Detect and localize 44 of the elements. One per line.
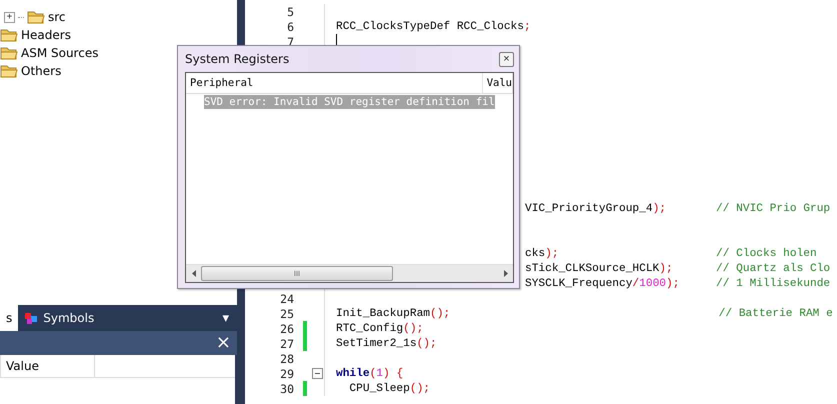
code-text: CPU_Sleep(); [348,382,430,394]
line-number: 30 [279,382,294,396]
tree-item[interactable]: Headers [21,28,71,42]
line-number: 24 [279,292,294,306]
column-header[interactable]: Peripheral [186,73,483,93]
tree-item[interactable]: ASM Sources [21,46,98,60]
tree-item[interactable]: src [48,10,66,24]
expand-toggle[interactable]: + [4,12,15,22]
code-text: cks); [525,248,559,260]
code-text: VIC_PriorityGroup_4); [525,202,666,214]
code-text: SetTimer2_1s(); [336,338,437,350]
code-text: RCC_ClocksTypeDef RCC_Clocks; [336,20,531,32]
left-arrow-icon[interactable] [192,270,196,277]
line-number: 29 [279,366,294,380]
close-button[interactable]: × [499,52,514,66]
code-text: RTC_Config(); [336,322,424,334]
folder-icon [27,10,45,24]
code-comment: // Clocks holen [716,248,817,260]
line-number: 27 [279,336,294,350]
code-comment: // 1 Millisekunde [716,278,830,290]
line-number: 5 [286,4,294,18]
panel-tab[interactable]: Symbols [18,305,100,331]
code-text: while(1) { [336,368,404,380]
code-comment: // NVIC Prio Grup [716,202,830,214]
folder-icon [0,64,18,78]
line-number: 6 [286,20,294,34]
line-number: 25 [279,306,294,320]
code-text: SYSCLK_Frequency/1000); [525,278,680,290]
panel-tab[interactable]: s [0,305,18,331]
code-text: sTick_CLKSource_HCLK); [525,262,673,274]
collapse-icon[interactable] [312,368,322,379]
folder-icon [0,46,18,60]
tree-item[interactable]: Others [21,64,62,78]
code-text: Init_BackupRam(); [336,308,450,320]
line-number: 26 [279,322,294,336]
close-button[interactable]: × [216,334,231,352]
code-comment: // Quartz als Clo [716,262,830,274]
panel-menu-button[interactable]: ▾ [214,306,237,330]
line-number: 28 [279,352,294,366]
dialog-title: System Registers [185,52,290,66]
folder-icon [0,28,18,42]
code-comment: // Batterie RAM e [718,308,833,320]
right-arrow-icon[interactable] [504,270,508,277]
column-header[interactable]: Valu [482,73,513,93]
